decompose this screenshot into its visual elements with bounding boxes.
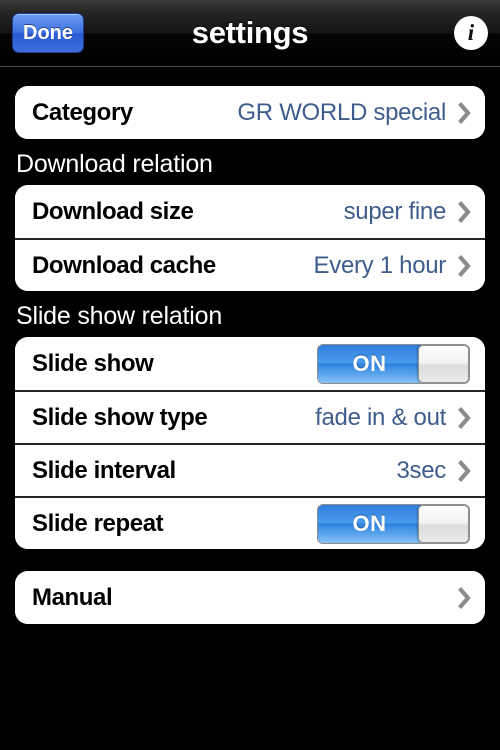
row-accessory: Every 1 hour (314, 252, 485, 280)
slide-repeat-toggle[interactable]: ON (317, 503, 470, 544)
chevron-right-icon (458, 459, 471, 482)
toggle-knob[interactable] (418, 504, 469, 543)
section-header-slideshow: Slide show relation (16, 302, 223, 330)
toggle-knob[interactable] (418, 344, 469, 383)
settings-list: Category GR WORLD special Download relat… (0, 86, 500, 624)
row-accessory: ON (317, 343, 485, 384)
settings-group-download: Download size super fine Download cache … (15, 185, 485, 291)
row-value: super fine (343, 197, 447, 225)
info-icon[interactable]: i (454, 16, 488, 50)
row-value: fade in & out (315, 403, 446, 431)
settings-row-slide-show-type[interactable]: Slide show type fade in & out (15, 390, 485, 443)
chevron-right-icon (458, 586, 471, 609)
section-header-download: Download relation (16, 150, 213, 178)
row-accessory: 3sec (397, 457, 486, 485)
row-value: GR WORLD special (237, 98, 446, 126)
settings-row-slide-show[interactable]: Slide show ON (15, 337, 485, 390)
chevron-right-icon (458, 406, 471, 429)
row-accessory (446, 586, 485, 609)
settings-group-category: Category GR WORLD special (15, 86, 485, 139)
toggle-state-label: ON (352, 350, 387, 376)
row-label: Manual (32, 583, 113, 611)
info-icon-glyph: i (467, 20, 475, 45)
navigation-bar: Done settings i (0, 0, 500, 67)
row-accessory: super fine (344, 198, 485, 226)
row-label: Download cache (32, 251, 216, 279)
done-button-label: Done (23, 21, 73, 44)
settings-row-slide-repeat[interactable]: Slide repeat ON (15, 496, 485, 549)
done-button[interactable]: Done (12, 13, 84, 53)
chevron-right-icon (458, 200, 471, 223)
toggle-track: ON (318, 504, 421, 543)
row-accessory: GR WORLD special (237, 99, 485, 127)
row-value: 3sec (396, 456, 447, 484)
row-label: Slide show (32, 349, 154, 377)
settings-row-download-cache[interactable]: Download cache Every 1 hour (15, 238, 485, 291)
settings-row-slide-interval[interactable]: Slide interval 3sec (15, 443, 485, 496)
row-accessory: fade in & out (315, 404, 485, 432)
settings-group-manual: Manual (15, 571, 485, 624)
row-label: Slide repeat (32, 509, 164, 537)
slide-show-toggle[interactable]: ON (317, 343, 470, 384)
row-accessory: ON (317, 503, 485, 544)
row-label: Slide interval (32, 456, 176, 484)
row-label: Slide show type (32, 403, 208, 431)
settings-row-manual[interactable]: Manual (15, 571, 485, 624)
row-label: Download size (32, 197, 194, 225)
toggle-state-label: ON (352, 510, 387, 536)
row-label: Category (32, 98, 133, 126)
chevron-right-icon (458, 101, 471, 124)
settings-row-download-size[interactable]: Download size super fine (15, 185, 485, 238)
row-value: Every 1 hour (313, 251, 447, 279)
settings-group-slideshow: Slide show ON Slide show type fade in & … (15, 337, 485, 549)
settings-row-category[interactable]: Category GR WORLD special (15, 86, 485, 139)
toggle-track: ON (318, 344, 421, 383)
chevron-right-icon (458, 254, 471, 277)
